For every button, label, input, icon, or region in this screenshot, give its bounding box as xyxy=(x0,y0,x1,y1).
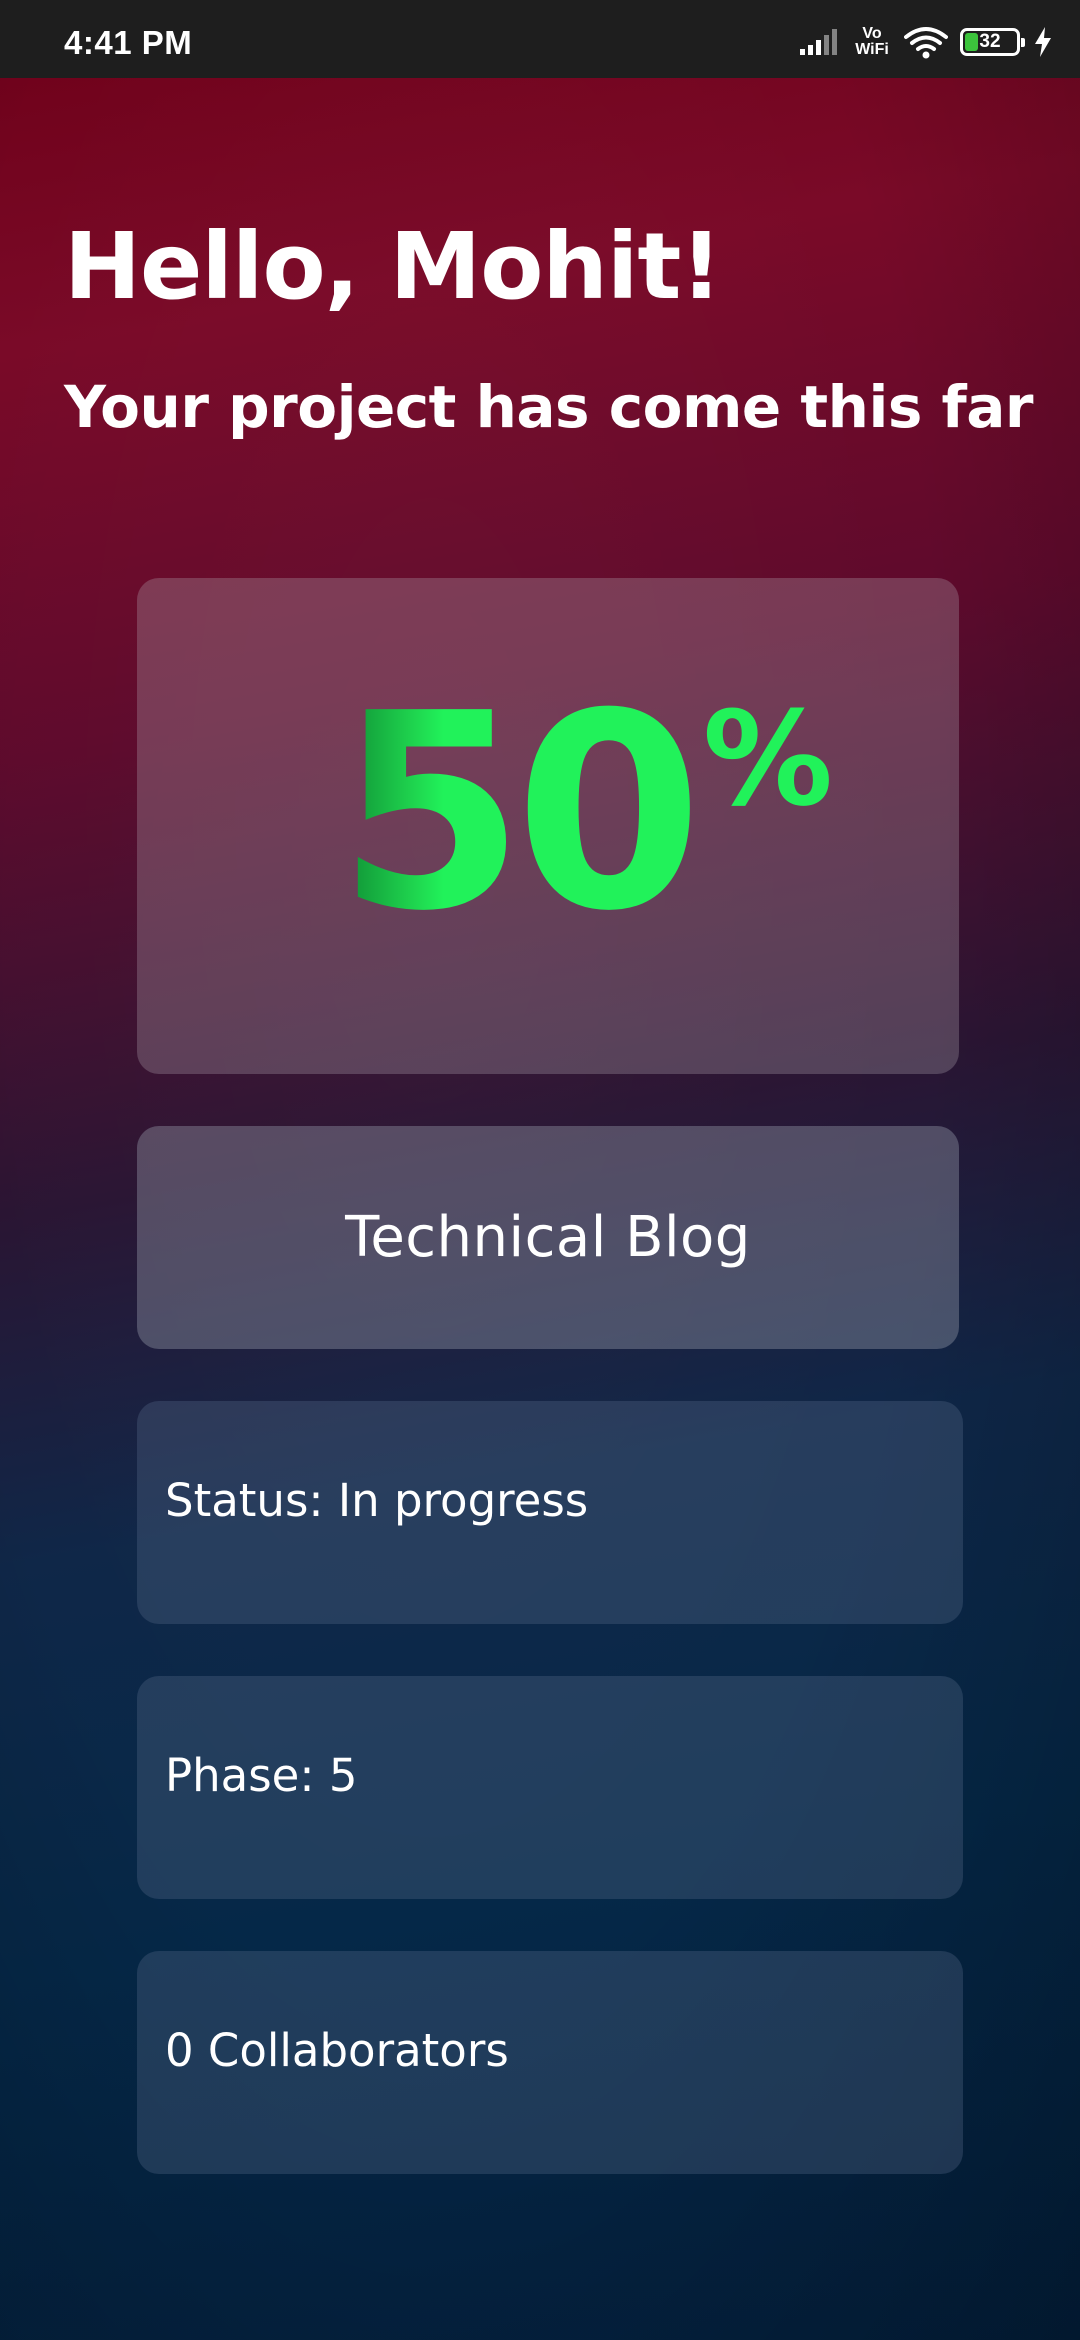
vowifi-label-bottom: WiFi xyxy=(855,41,889,58)
status-time: 4:41 PM xyxy=(64,24,193,61)
progress-subtitle: Your project has come this far xyxy=(64,373,1034,441)
collaborators-card[interactable]: 0 Collaborators xyxy=(137,1951,963,2174)
wifi-icon xyxy=(904,27,948,59)
status-icons: Vo WiFi 32 xyxy=(798,22,1054,62)
battery-level: 32 xyxy=(979,31,1001,52)
project-phase: Phase: 5 xyxy=(165,1749,358,1802)
greeting-heading: Hello, Mohit! xyxy=(64,213,722,320)
project-status: Status: In progress xyxy=(165,1474,589,1527)
project-name-card[interactable]: Technical Blog xyxy=(137,1126,959,1349)
percent-sign: % xyxy=(702,683,833,835)
progress-percentage: 50 xyxy=(337,655,703,970)
vowifi-label-top: Vo xyxy=(862,25,882,42)
progress-card: 50 % xyxy=(137,578,959,1074)
status-card[interactable]: Status: In progress xyxy=(137,1401,963,1624)
vowifi-icon: Vo WiFi xyxy=(852,26,892,58)
collaborators-count: 0 Collaborators xyxy=(165,2024,509,2077)
signal-icon xyxy=(800,29,837,55)
charging-icon xyxy=(1035,27,1051,57)
battery-icon: 32 xyxy=(960,28,1025,56)
battery-fill xyxy=(965,33,979,51)
project-name: Technical Blog xyxy=(345,1205,751,1270)
phase-card[interactable]: Phase: 5 xyxy=(137,1676,963,1899)
progress-value: 50 % xyxy=(337,678,833,948)
status-bar: 4:41 PM Vo WiFi 32 xyxy=(0,0,1080,78)
app-screen: 4:41 PM Vo WiFi 32 Hello, Mohit! Your pr… xyxy=(0,0,1080,2340)
